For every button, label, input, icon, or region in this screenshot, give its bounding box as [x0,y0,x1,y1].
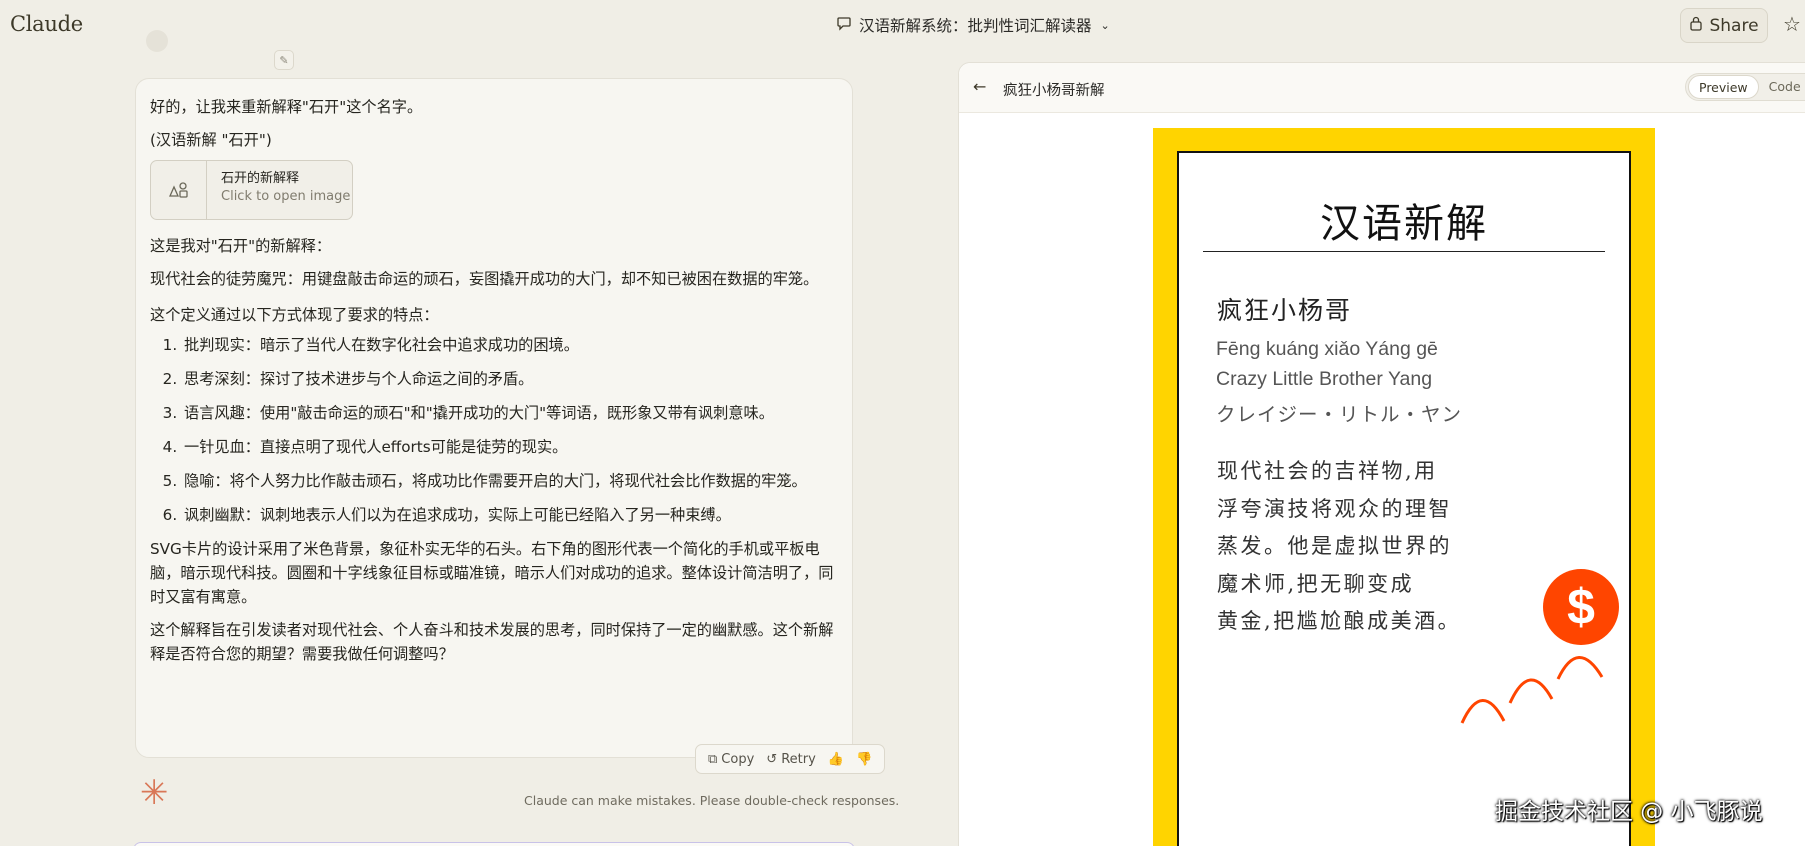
card-definition: 现代社会的吉祥物,用 浮夸演技将观众的理智 蒸发。他是虚拟世界的 魔术师,把无聊… [1217,453,1517,641]
card-definition-line: 浮夸演技将观众的理智 [1217,496,1452,521]
conversation-title: 汉语新解系统：批判性词汇解读器 [859,17,1092,35]
user-message-fragment: ✎ [142,28,294,70]
card-inner: 汉语新解 疯狂小杨哥 Fēng kuáng xiǎo Yáng gē Crazy… [1177,151,1631,846]
retry-label: Retry [781,751,816,767]
chevron-down-icon: ⌄ [1100,18,1110,32]
orange-arcs-graphic [1460,656,1604,724]
message-closing: 这个解释旨在引发读者对现代社会、个人奋斗和技术发展的思考，同时保持了一定的幽默感… [150,621,834,663]
avatar [146,30,168,52]
retry-icon: ↺ [766,751,778,767]
copy-label: Copy [721,751,755,767]
tab-preview[interactable]: Preview [1688,75,1759,99]
back-arrow-icon[interactable]: ← [973,77,986,96]
card-divider [1203,251,1605,252]
clipboard-icon: ⧉ [708,751,718,767]
card-definition-line: 现代社会的吉祥物,用 [1217,459,1438,483]
tab-code[interactable]: Code [1759,75,1805,99]
copy-button[interactable]: ⧉ Copy [702,752,760,767]
dollar-coin-icon: $ [1543,569,1619,645]
thumbs-up-icon[interactable]: 👍 [822,752,850,767]
card-definition-line: 蒸发。他是虚拟世界的 [1217,534,1452,558]
image-chip-subtitle: Click to open image [221,189,351,204]
message-definition: 现代社会的徒劳魔咒：用键盘敲击命运的顽石，妄图撬开成功的大门，却不知已被困在数据… [150,270,819,288]
share-button[interactable]: Share [1680,8,1768,43]
definition-card: 汉语新解 疯狂小杨哥 Fēng kuáng xiǎo Yáng gē Crazy… [1153,128,1655,846]
lock-icon [1689,16,1703,36]
card-word: 疯狂小杨哥 [1217,296,1353,325]
watermark-text: 掘金技术社区 @ 小飞豚说 [1495,799,1763,825]
list-item: 批判现实：暗示了当代人在数字化社会中追求成功的困境。 [182,333,838,357]
card-definition-line: 黄金,把尴尬酿成美酒。 [1217,609,1462,633]
image-chip-title: 石开的新解释 [221,171,300,186]
star-icon[interactable]: ☆ [1783,12,1801,36]
message-svg-note: SVG卡片的设计采用了米色背景，象征朴实无华的石头。右下角的图形代表一个简化的手… [150,540,834,606]
card-heading: 汉语新解 [1320,201,1488,247]
preview-code-toggle: Preview Code [1685,73,1805,101]
message-lead: 这是我对"石开"的新解释： [150,237,332,255]
artifact-header: ← 疯狂小杨哥新解 Preview Code [959,63,1805,113]
chat-bubble-icon [836,15,852,35]
message-list-intro: 这个定义通过以下方式体现了要求的特点： [150,306,439,324]
thumbs-down-icon[interactable]: 👎 [850,752,878,767]
assistant-message: 好的，让我来重新解释"石开"这个名字。 (汉语新解 "石开") 石开的新解释 C… [135,78,853,758]
edit-pencil-icon[interactable]: ✎ [274,50,294,70]
conversation-title-menu[interactable]: 汉语新解系统：批判性词汇解读器 ⌄ [836,14,1110,36]
card-english: Crazy Little Brother Yang [1216,368,1433,390]
list-item: 讽刺幽默：讽刺地表示人们以为在追求成功，实际上可能已经陷入了另一种束缚。 [182,503,838,527]
chat-input-box[interactable] [133,842,855,846]
card-japanese: クレイジー・リトル・ヤン [1216,404,1463,426]
image-attachment-chip[interactable]: 石开的新解释 Click to open image [150,160,353,220]
artifact-title: 疯狂小杨哥新解 [1003,83,1105,99]
message-subtitle: (汉语新解 "石开") [150,131,272,149]
image-shapes-icon [151,161,207,219]
retry-button[interactable]: ↺ Retry [760,752,822,767]
list-item: 隐喻：将个人努力比作敲击顽石，将成功比作需要开启的大门，将现代社会比作数据的牢笼… [182,469,838,493]
card-definition-line: 魔术师,把无聊变成 [1217,571,1415,596]
feature-list: 批判现实：暗示了当代人在数字化社会中追求成功的困境。 思考深刻：探讨了技术进步与… [182,333,838,527]
list-item: 思考深刻：探讨了技术进步与个人命运之间的矛盾。 [182,367,838,391]
message-intro: 好的，让我来重新解释"石开"这个名字。 [150,98,423,116]
disclaimer-text: Claude can make mistakes. Please double-… [524,793,900,808]
share-label: Share [1709,15,1759,36]
list-item: 语言风趣：使用"敲击命运的顽石"和"撬开成功的大门"等词语，既形象又带有讽刺意味… [182,401,838,425]
list-item: 一针见血：直接点明了现代人efforts可能是徒劳的现实。 [182,435,838,459]
claude-spark-icon: ✳ [140,773,169,813]
card-pinyin: Fēng kuáng xiǎo Yáng gē [1216,338,1438,360]
claude-logo[interactable]: Claude [10,12,83,36]
message-actions: ⧉ Copy ↺ Retry 👍 👎 [695,744,886,774]
